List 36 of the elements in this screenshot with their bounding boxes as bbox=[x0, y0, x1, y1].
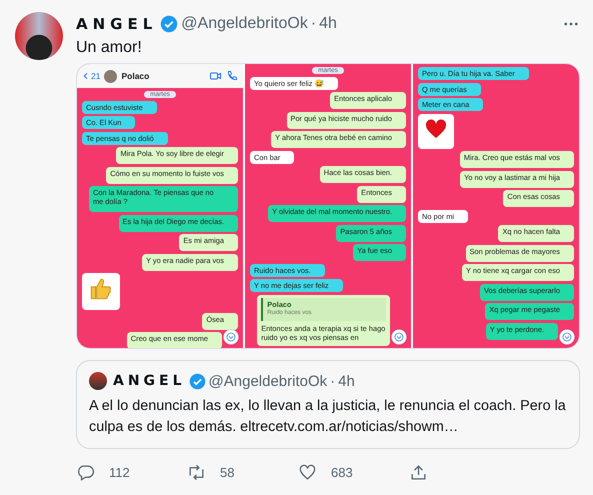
user-name: ANGEL bbox=[76, 15, 158, 33]
avatar bbox=[89, 372, 107, 390]
user-handle: @AngeldebritoOk bbox=[208, 372, 328, 390]
verified-badge-icon bbox=[188, 372, 206, 390]
avatar bbox=[15, 12, 63, 60]
verified-badge-icon bbox=[160, 15, 178, 33]
scroll-down-icon[interactable] bbox=[391, 329, 407, 345]
separator-dot: · bbox=[310, 15, 316, 33]
scroll-down-icon[interactable] bbox=[559, 329, 575, 345]
video-call-icon[interactable] bbox=[209, 70, 222, 82]
action-count: 683 bbox=[331, 465, 353, 480]
reply-button[interactable]: 112 bbox=[76, 463, 187, 482]
share-icon bbox=[409, 463, 428, 482]
retweet-icon bbox=[187, 463, 206, 482]
phone-icon[interactable] bbox=[226, 70, 238, 82]
heart-icon bbox=[298, 463, 317, 482]
user-handle: @AngeldebritoOk bbox=[181, 15, 308, 33]
user-name: ANGEL bbox=[113, 373, 186, 389]
back-icon bbox=[82, 71, 90, 81]
quoted-tweet-text: A el lo denuncian las ex, lo llevan a la justicia, le renuncia el coach. Pero la culpa es de los demás. eltrecetv.com.ar/noticias/showm… bbox=[89, 397, 567, 437]
action-count: 58 bbox=[220, 465, 234, 480]
action-count: 112 bbox=[109, 465, 130, 480]
contact-avatar bbox=[104, 70, 118, 82]
post-time: 4h bbox=[338, 372, 355, 390]
quoted-tweet-card[interactable]: ANGEL @AngeldebritoOk · 4h A el lo denuncian las ex, lo llevan a la justicia, le renuncia el coach. Pero la culpa es de los demás. eltrecetv.com.ar/noticias/showm… bbox=[76, 360, 580, 449]
post-time: 4h bbox=[319, 15, 337, 33]
back-link[interactable]: 21 bbox=[82, 71, 100, 81]
thumbs-up-icon bbox=[88, 276, 114, 302]
reply-icon bbox=[76, 463, 95, 482]
heart-icon bbox=[424, 116, 448, 140]
separator-dot: · bbox=[330, 372, 336, 390]
contact-name: Polaco bbox=[121, 71, 150, 81]
like-button[interactable]: 683 bbox=[298, 463, 409, 482]
scroll-down-icon[interactable] bbox=[223, 329, 239, 345]
tweet-text: Un amor! bbox=[76, 39, 143, 57]
retweet-button[interactable]: 58 bbox=[187, 463, 298, 482]
